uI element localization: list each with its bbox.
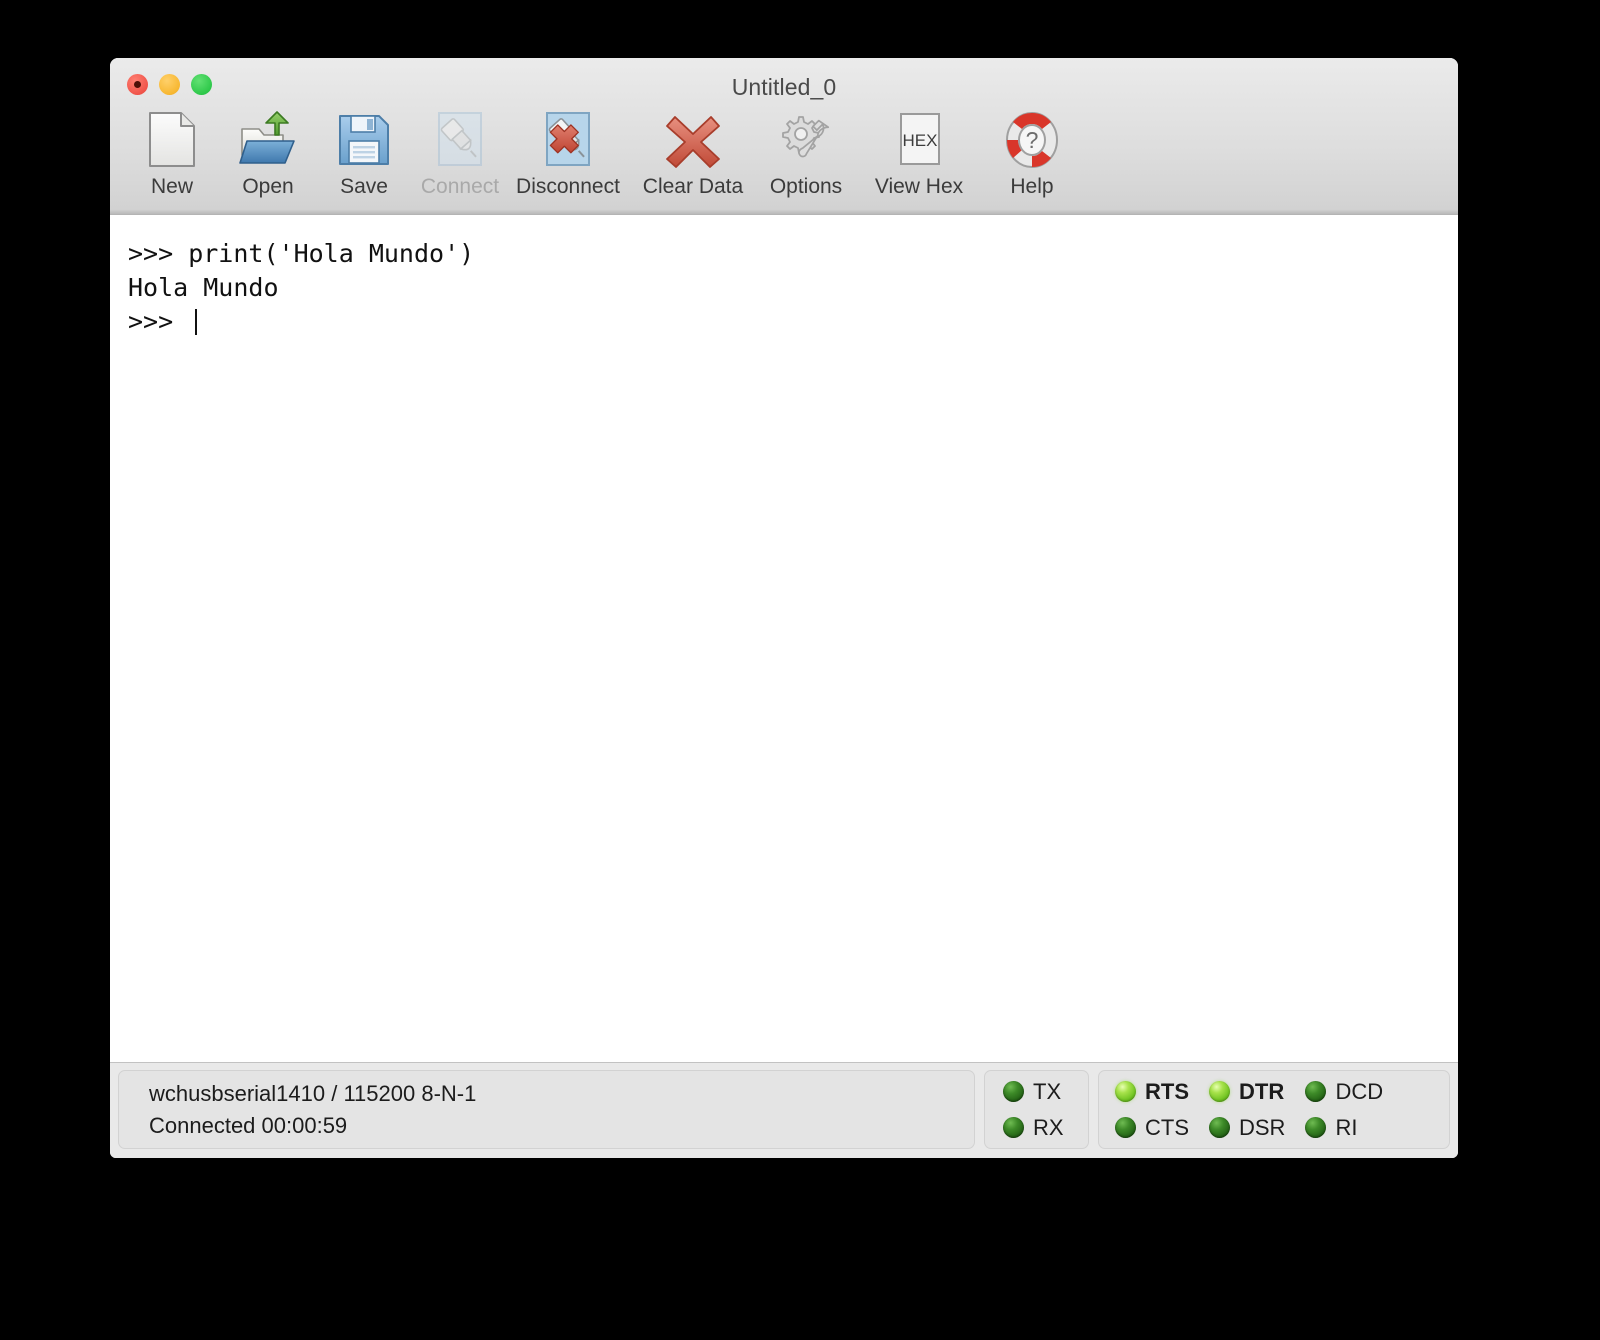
serial-terminal-window: Untitled_0 New Open Save Connect Disconn… <box>110 58 1458 1158</box>
signal-led-column-1: RTS CTS <box>1115 1079 1189 1141</box>
toolbar-label-new: New <box>150 175 193 198</box>
red-cross-icon <box>662 109 724 171</box>
tx-led-label: TX <box>1033 1078 1062 1104</box>
toolbar-button-new[interactable]: New <box>124 107 220 199</box>
ri-led-indicator <box>1305 1117 1327 1138</box>
data-led-column: TX RX <box>1003 1079 1064 1141</box>
toolbar-button-clear-data[interactable]: Clear Data <box>628 107 758 199</box>
led-rx: RX <box>1003 1115 1064 1141</box>
toolbar-label-disconnect: Disconnect <box>516 175 620 198</box>
toolbar-button-options[interactable]: Options <box>758 107 854 199</box>
toolbar-label-save: Save <box>340 175 388 198</box>
toolbar-label-help: Help <box>1010 175 1054 198</box>
toolbar-label-view-hex: View Hex <box>874 175 964 198</box>
led-dcd: DCD <box>1305 1079 1383 1105</box>
tx-led-indicator <box>1003 1081 1024 1102</box>
dcd-led-label: DCD <box>1335 1078 1384 1104</box>
cts-led-indicator <box>1115 1117 1136 1138</box>
floppy-disk-icon <box>333 109 395 171</box>
rx-led-indicator <box>1003 1117 1024 1138</box>
terminal-output-area[interactable]: >>> print('Hola Mundo') Hola Mundo >>> <box>110 215 1458 1062</box>
svg-text:?: ? <box>1026 127 1039 153</box>
led-dsr: DSR <box>1209 1115 1285 1141</box>
toolbar-button-disconnect[interactable]: Disconnect <box>508 107 628 199</box>
led-tx: TX <box>1003 1079 1064 1105</box>
svg-text:HEX: HEX <box>903 131 938 150</box>
connection-status-text: Connected 00:00:59 <box>149 1112 348 1138</box>
signal-leds-panel: RTS CTS DTR DSR DCD RI <box>1098 1070 1450 1149</box>
window-chrome: Untitled_0 New Open Save Connect Disconn… <box>110 58 1458 215</box>
toolbar-button-save[interactable]: Save <box>316 107 412 199</box>
open-folder-icon <box>237 109 299 171</box>
cts-led-label: CTS <box>1145 1114 1189 1140</box>
terminal-text: >>> print('Hola Mundo') Hola Mundo >>> <box>128 237 1440 339</box>
led-cts: CTS <box>1115 1115 1189 1141</box>
dcd-led-indicator <box>1305 1081 1327 1102</box>
connection-info-panel: wchusbserial1410 / 115200 8-N-1 Connecte… <box>118 1070 975 1149</box>
toolbar-button-open[interactable]: Open <box>220 107 316 199</box>
toolbar: New Open Save Connect Disconnect Clear D… <box>124 107 1080 199</box>
rts-led-label: RTS <box>1145 1078 1189 1104</box>
dsr-led-label: DSR <box>1239 1114 1286 1140</box>
toolbar-label-open: Open <box>242 175 294 198</box>
text-cursor <box>195 309 198 335</box>
toolbar-button-connect[interactable]: Connect <box>412 107 508 199</box>
plug-disconnect-icon <box>537 109 599 171</box>
signal-led-column-2: DTR DSR <box>1209 1079 1285 1141</box>
gear-wrench-icon <box>775 109 837 171</box>
dsr-led-indicator <box>1209 1117 1230 1138</box>
signal-led-column-3: DCD RI <box>1305 1079 1383 1141</box>
rx-led-label: RX <box>1033 1114 1064 1140</box>
life-ring-help-icon: ? <box>1001 109 1063 171</box>
dtr-led-indicator <box>1209 1081 1230 1102</box>
toolbar-button-help[interactable]: ? Help <box>984 107 1080 199</box>
led-ri: RI <box>1305 1115 1383 1141</box>
rts-led-indicator <box>1115 1081 1136 1102</box>
toolbar-label-options: Options <box>769 175 843 198</box>
dtr-led-label: DTR <box>1239 1078 1285 1104</box>
ri-led-label: RI <box>1335 1114 1358 1140</box>
led-dtr: DTR <box>1209 1079 1285 1105</box>
led-rts: RTS <box>1115 1079 1189 1105</box>
toolbar-button-view-hex[interactable]: HEX View Hex <box>854 107 984 199</box>
data-leds-panel: TX RX <box>984 1070 1089 1149</box>
window-title: Untitled_0 <box>731 74 837 100</box>
status-bar: wchusbserial1410 / 115200 8-N-1 Connecte… <box>110 1062 1458 1158</box>
toolbar-label-clear-data: Clear Data <box>642 175 744 198</box>
hex-button-icon: HEX <box>888 109 950 171</box>
port-settings-text: wchusbserial1410 / 115200 8-N-1 <box>149 1080 477 1106</box>
terminal-content: >>> print('Hola Mundo') Hola Mundo >>> <box>128 239 475 336</box>
new-document-icon <box>141 109 203 171</box>
plug-connect-icon <box>429 109 491 171</box>
toolbar-label-connect: Connect <box>420 175 500 198</box>
